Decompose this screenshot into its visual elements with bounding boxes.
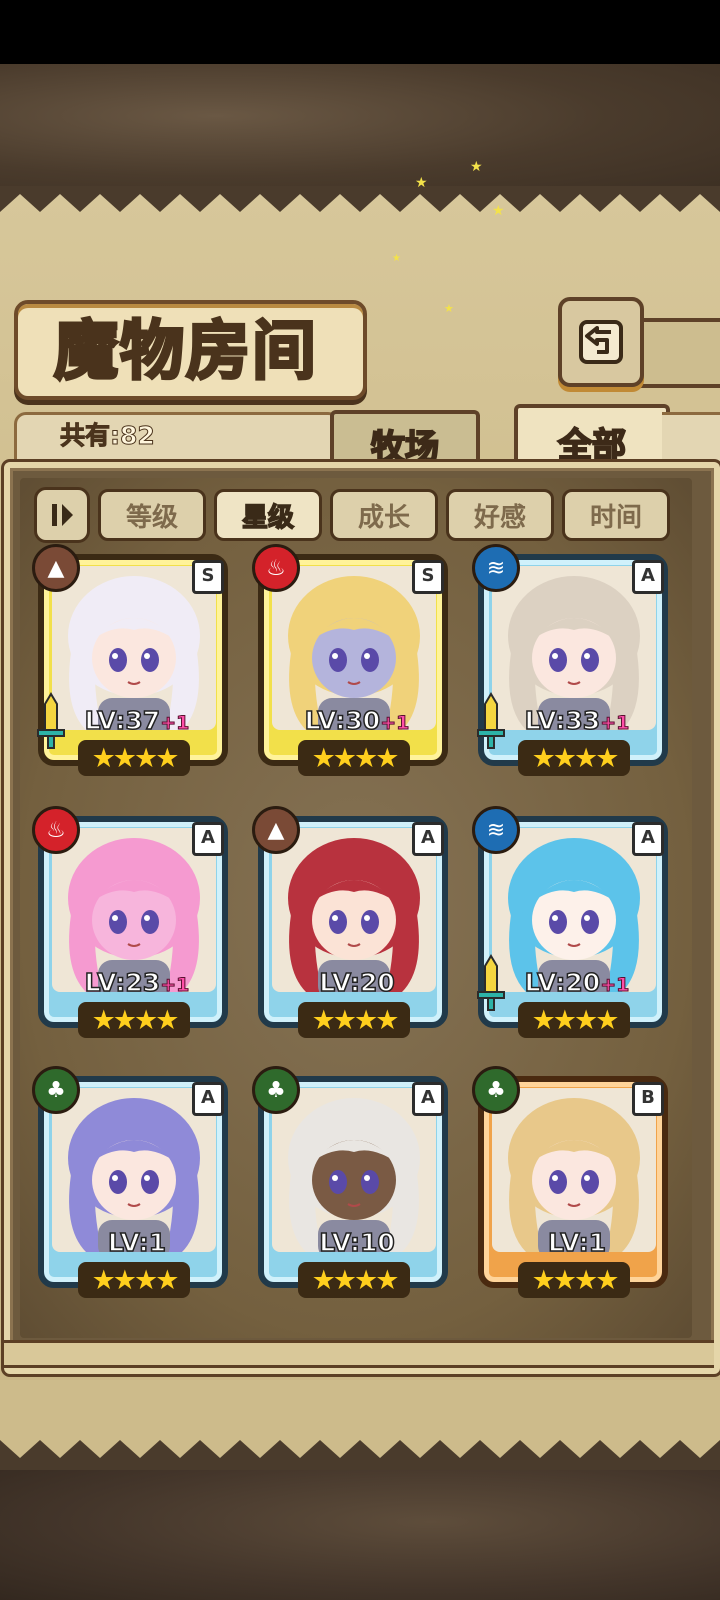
parchment-torn-edge-top (0, 186, 720, 212)
monster-level: LV:1 (474, 1227, 680, 1258)
level-text: LV:30 (304, 705, 381, 736)
rank-badge: A (632, 822, 664, 856)
level-text: LV:20 (318, 967, 395, 998)
sort-by-growth-button[interactable]: 成长 (330, 489, 438, 541)
sort-by-time-button[interactable]: 时间 (562, 489, 670, 541)
monster-level: LV:30+1 (254, 705, 460, 736)
monster-level: LV:10 (254, 1227, 460, 1258)
sparkle-icon: ★ (470, 159, 483, 175)
water-element-icon: ≋ (472, 544, 520, 592)
rank-badge: A (192, 822, 224, 856)
wood-element-icon: ♣ (472, 1066, 520, 1114)
monster-level: LV:20+1 (474, 967, 680, 998)
rank-badge: A (192, 1082, 224, 1116)
level-bonus: +1 (600, 712, 630, 735)
sparkle-icon: ★ (392, 253, 401, 264)
rank-badge: A (632, 560, 664, 594)
rank-badge: A (412, 1082, 444, 1116)
sparkle-icon: ★ (492, 203, 505, 219)
star-rating: ★★★★ (298, 740, 410, 776)
map-background-bottom (0, 1470, 720, 1600)
back-button[interactable] (558, 297, 644, 387)
monster-card[interactable]: A ♣ LV:1 ★★★★ (32, 1066, 240, 1304)
wood-element-icon: ♣ (252, 1066, 300, 1114)
sort-by-affection-button[interactable]: 好感 (446, 489, 554, 541)
level-text: LV:20 (524, 967, 601, 998)
page-title: 魔物房间 (53, 313, 318, 391)
rank-badge: A (412, 822, 444, 856)
level-text: LV:33 (524, 705, 601, 736)
rank-badge: S (412, 560, 444, 594)
monster-card[interactable]: A ≋ LV:20+1 ★★★★ (472, 806, 680, 1044)
monster-level: LV:1 (34, 1227, 240, 1258)
sparkle-icon: ★ (415, 175, 428, 191)
star-rating: ★★★★ (518, 740, 630, 776)
earth-element-icon: ▲ (252, 806, 300, 854)
monster-count: 共有:82 (60, 421, 156, 451)
monster-card[interactable]: S ♨ LV:30+1 ★★★★ (252, 544, 460, 782)
level-text: LV:1 (547, 1227, 607, 1258)
star-rating: ★★★★ (78, 740, 190, 776)
sort-order-toggle[interactable] (34, 487, 90, 543)
monster-level: LV:20 (254, 967, 460, 998)
star-rating: ★★★★ (78, 1002, 190, 1038)
status-bar (0, 0, 720, 64)
back-arrow-icon (579, 320, 623, 364)
sort-by-level-button[interactable]: 等级 (98, 489, 206, 541)
level-bonus: +1 (160, 712, 190, 735)
level-text: LV:23 (84, 967, 161, 998)
map-background-top (0, 64, 720, 194)
star-rating: ★★★★ (78, 1262, 190, 1298)
monster-card[interactable]: A ▲ LV:20 ★★★★ (252, 806, 460, 1044)
level-bonus: +1 (600, 974, 630, 997)
star-rating: ★★★★ (518, 1262, 630, 1298)
panel-bottom-rail (4, 1340, 714, 1368)
earth-element-icon: ▲ (32, 544, 80, 592)
monster-card[interactable]: S ▲ LV:37+1 ★★★★ (32, 544, 240, 782)
level-text: LV:1 (107, 1227, 167, 1258)
monster-card[interactable]: A ≋ LV:33+1 ★★★★ (472, 544, 680, 782)
level-bonus: +1 (380, 712, 410, 735)
monster-level: LV:23+1 (34, 967, 240, 998)
wood-element-icon: ♣ (32, 1066, 80, 1114)
monster-level: LV:37+1 (34, 705, 240, 736)
monster-card[interactable]: A ♨ LV:23+1 ★★★★ (32, 806, 240, 1044)
monster-level: LV:33+1 (474, 705, 680, 736)
rank-badge: B (632, 1082, 664, 1116)
level-text: LV:10 (318, 1227, 395, 1258)
rank-badge: S (192, 560, 224, 594)
water-element-icon: ≋ (472, 806, 520, 854)
star-rating: ★★★★ (298, 1262, 410, 1298)
monster-card[interactable]: A ♣ LV:10 ★★★★ (252, 1066, 460, 1304)
star-rating: ★★★★ (298, 1002, 410, 1038)
sort-order-icon (52, 504, 73, 526)
level-bonus: +1 (160, 974, 190, 997)
parchment-torn-edge-bottom (0, 1380, 720, 1470)
level-text: LV:37 (84, 705, 161, 736)
monster-card[interactable]: B ♣ LV:1 ★★★★ (472, 1066, 680, 1304)
sort-by-stars-button[interactable]: 星级 (214, 489, 322, 541)
star-rating: ★★★★ (518, 1002, 630, 1038)
sparkle-icon: ★ (444, 302, 454, 315)
fire-element-icon: ♨ (252, 544, 300, 592)
fire-element-icon: ♨ (32, 806, 80, 854)
